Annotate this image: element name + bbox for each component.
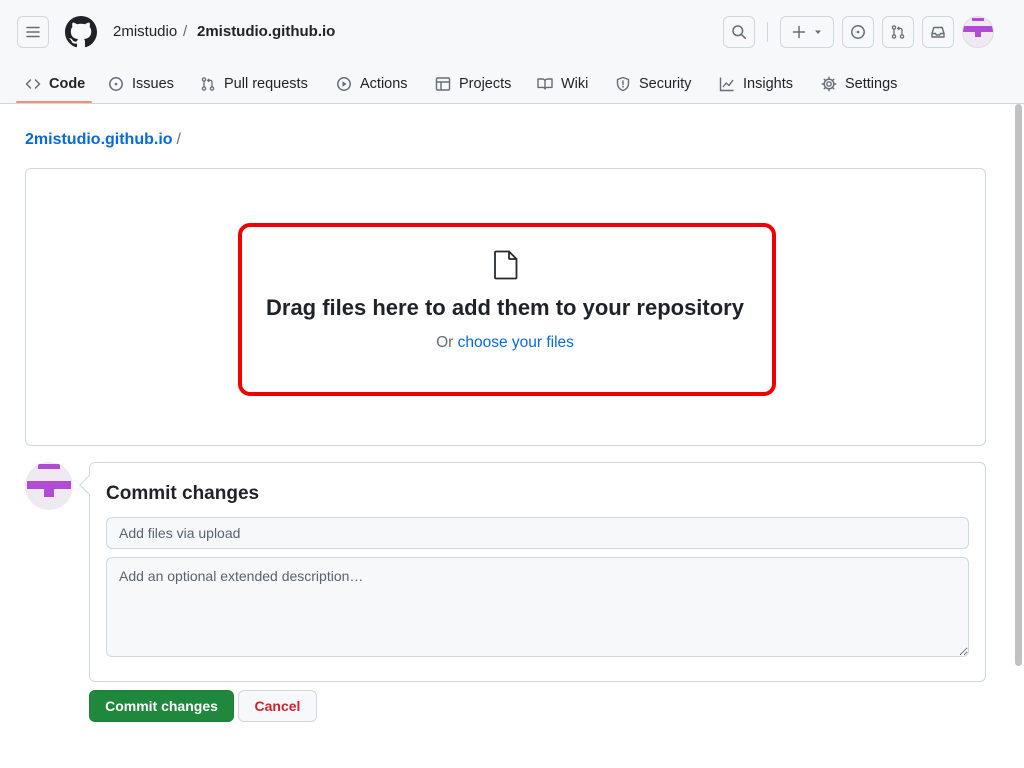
tab-projects-label: Projects [459,76,512,92]
tab-insights[interactable]: Insights [719,64,793,104]
tab-pull-requests[interactable]: Pull requests [200,64,308,104]
graph-icon [719,77,734,92]
file-icon [494,250,518,280]
tab-wiki-label: Wiki [561,76,589,92]
code-icon [25,79,41,89]
pull-request-icon [201,77,215,91]
inbox-icon [931,26,945,38]
tab-actions[interactable]: Actions [336,64,408,104]
tab-actions-label: Actions [360,76,408,92]
search-icon [732,25,746,39]
repo-header: 2mistudio / 2mistudio.github.io Code Iss… [0,0,1024,104]
breadcrumb-owner[interactable]: 2mistudio [113,23,177,40]
play-icon [337,77,351,91]
commit-description-textarea[interactable] [106,557,969,657]
dropzone-subtitle: Or choose your files [238,334,772,352]
commit-author-avatar [25,462,73,510]
choose-files-link[interactable]: choose your files [458,334,574,351]
tab-issues[interactable]: Issues [108,64,174,104]
github-logo[interactable] [65,16,97,48]
tab-security-label: Security [639,76,692,92]
issues-button[interactable] [842,16,874,48]
commit-title: Commit changes [106,483,260,504]
tab-settings[interactable]: Settings [821,64,897,104]
search-button[interactable] [723,16,755,48]
shield-icon [616,76,630,92]
tab-code-label: Code [49,76,86,92]
page-scrollbar[interactable] [1015,104,1022,666]
tab-insights-label: Insights [743,76,793,92]
plus-icon [792,25,806,39]
tab-issues-label: Issues [132,76,174,92]
commit-summary-input[interactable] [106,517,969,549]
breadcrumb-separator: / [183,23,188,40]
hamburger-menu-icon [26,26,40,38]
git-pull-request-icon [891,25,905,39]
hamburger-menu-button[interactable] [17,16,49,48]
dropzone-title: Drag files here to add them to your repo… [266,295,744,320]
tab-projects[interactable]: Projects [435,64,511,104]
cancel-button[interactable]: Cancel [238,690,317,722]
identicon [963,18,993,37]
identicon [27,464,71,497]
tab-code[interactable]: Code [25,64,85,104]
header-divider [767,22,768,42]
active-tab-underline [16,101,92,103]
table-icon [435,77,451,91]
path-repo-link[interactable]: 2mistudio.github.io [25,131,173,148]
issue-icon [109,77,123,91]
breadcrumb-repo[interactable]: 2mistudio.github.io [197,23,335,40]
tab-security[interactable]: Security [615,64,691,104]
user-avatar[interactable] [962,16,994,48]
repo-tabs: Code Issues Pull requests Actions Projec… [0,64,1024,104]
dropzone-prefix: Or [436,334,454,351]
issue-opened-icon [851,25,865,39]
path-separator: / [176,131,181,148]
triangle-down-icon [815,30,821,34]
inbox-button[interactable] [922,16,954,48]
pull-requests-button[interactable] [882,16,914,48]
commit-changes-button[interactable]: Commit changes [89,690,234,722]
tab-pull-requests-label: Pull requests [224,76,308,92]
tab-wiki[interactable]: Wiki [537,64,588,104]
book-icon [537,78,553,90]
file-path-breadcrumb: 2mistudio.github.io / [25,131,181,149]
create-new-button[interactable] [780,16,834,48]
gear-icon [821,76,837,92]
tab-settings-label: Settings [845,76,898,92]
